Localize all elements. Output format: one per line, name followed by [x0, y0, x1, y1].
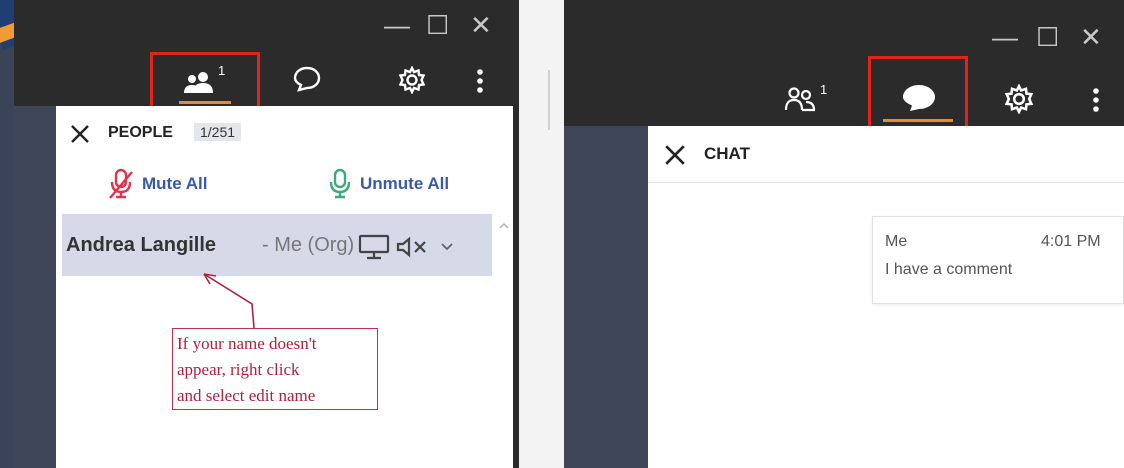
participant-count-badge: 1/251 [194, 123, 242, 141]
more-vertical-icon[interactable] [1092, 86, 1100, 114]
participants-count: 1 [820, 82, 828, 97]
message-sender: Me [885, 233, 908, 250]
participants-count: 1 [218, 63, 226, 78]
message-time: 4:01 PM [1041, 233, 1101, 250]
chevron-down-icon[interactable] [440, 242, 454, 252]
people-panel: PEOPLE 1/251 Mute All Unmute All Andrea … [56, 106, 513, 468]
window-gap [519, 0, 564, 468]
unmute-all-label: Unmute All [360, 174, 450, 193]
participant-role: - Me (Org) [262, 234, 355, 256]
chat-icon [903, 85, 935, 111]
annotation-arrow [203, 273, 255, 329]
maximize-button[interactable]: ☐ [426, 12, 449, 38]
close-icon[interactable] [664, 144, 686, 166]
gear-icon[interactable] [398, 66, 426, 94]
annotation-line: appear, right click [177, 360, 300, 379]
message-text: I have a comment [885, 261, 1013, 278]
divider [548, 70, 550, 130]
speaker-muted-icon[interactable] [396, 236, 430, 258]
side-strip [564, 126, 648, 468]
panel-header: PEOPLE 1/251 [56, 106, 513, 156]
unmute-all-button[interactable]: Unmute All [328, 168, 488, 202]
maximize-button[interactable]: ☐ [1036, 24, 1059, 50]
minimize-button[interactable]: — [992, 24, 1018, 50]
minimize-button[interactable]: — [384, 12, 410, 38]
annotation-line: If your name doesn't [177, 334, 317, 353]
side-strip [14, 106, 56, 468]
participants-button[interactable]: 1 [784, 82, 844, 116]
participants-button[interactable]: 1 [150, 52, 260, 110]
annotation-line: and select edit name [177, 386, 316, 405]
title-bar: — ☐ ✕ [564, 0, 1124, 60]
toolbar: 1 [564, 56, 1124, 154]
mute-all-label: Mute All [142, 174, 208, 193]
gear-icon[interactable] [1004, 84, 1034, 114]
active-tab-indicator [883, 119, 953, 122]
toolbar: 1 [14, 52, 519, 110]
participant-row[interactable]: Andrea Langille - Me (Org) [62, 214, 492, 276]
annotation-note: If your name doesn't appear, right click… [172, 328, 378, 410]
header-divider [648, 182, 1124, 183]
scroll-up-arrow[interactable] [498, 222, 510, 230]
people-window: — ☐ ✕ 1 PEOPLE 1/251 Mute All Unmute All… [14, 0, 519, 468]
panel-title: PEOPLE [108, 124, 173, 141]
chat-window: — ☐ ✕ 1 CHAT Me 4:01 PM I have a comment [564, 0, 1124, 468]
screen-share-icon[interactable] [358, 234, 390, 260]
more-vertical-icon[interactable] [476, 68, 484, 94]
title-bar: — ☐ ✕ [14, 0, 519, 52]
chat-icon[interactable] [293, 66, 321, 92]
active-tab-indicator [179, 101, 231, 104]
panel-title: CHAT [704, 144, 750, 163]
chat-panel: CHAT Me 4:01 PM I have a comment [648, 126, 1124, 468]
mic-muted-icon [109, 168, 133, 199]
people-icon [184, 72, 213, 93]
close-window-button[interactable]: ✕ [1080, 24, 1102, 50]
participant-name: Andrea Langille [66, 234, 217, 256]
people-icon [784, 87, 816, 112]
mute-all-button[interactable]: Mute All [108, 168, 238, 202]
close-icon[interactable] [70, 124, 90, 144]
chat-message: Me 4:01 PM I have a comment [872, 216, 1124, 304]
background-strip [0, 0, 14, 468]
close-window-button[interactable]: ✕ [470, 12, 492, 38]
mic-icon [329, 168, 351, 199]
